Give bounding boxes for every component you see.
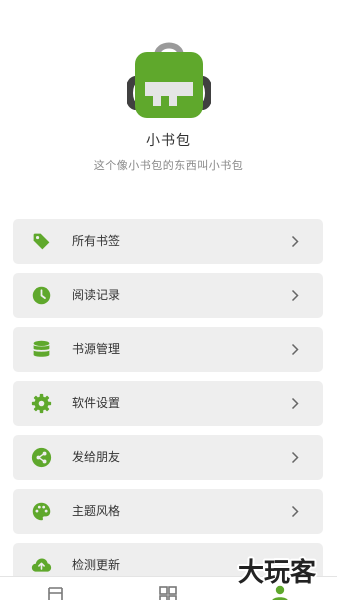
share-icon bbox=[31, 447, 52, 468]
menu-item-app-settings[interactable]: 软件设置 bbox=[13, 381, 323, 426]
settings-menu: 所有书签 阅读记录 书源管理 软件设置 发给朋友 主题风格 检测更新 bbox=[13, 219, 323, 597]
menu-item-label: 所有书签 bbox=[72, 234, 121, 248]
tab-discover[interactable] bbox=[138, 580, 198, 600]
gear-icon bbox=[31, 393, 52, 414]
profile-screen: 小书包 这个像小书包的东西叫小书包 所有书签 阅读记录 书源管理 软件设置 发给… bbox=[0, 0, 337, 600]
app-title: 小书包 bbox=[146, 133, 191, 149]
menu-item-label: 软件设置 bbox=[72, 396, 121, 410]
chevron-right-icon bbox=[291, 343, 299, 356]
watermark-logo: 大玩客 大玩客 bbox=[236, 555, 319, 589]
tag-icon bbox=[33, 233, 50, 250]
grid-icon bbox=[159, 586, 177, 600]
book-icon bbox=[48, 587, 63, 600]
menu-item-theme-style[interactable]: 主题风格 bbox=[13, 489, 323, 534]
menu-item-reading-history[interactable]: 阅读记录 bbox=[13, 273, 323, 318]
menu-item-share-with-friends[interactable]: 发给朋友 bbox=[13, 435, 323, 480]
menu-item-label: 发给朋友 bbox=[72, 450, 121, 464]
chevron-right-icon bbox=[291, 505, 299, 518]
backpack-logo-icon bbox=[127, 42, 211, 118]
chevron-right-icon bbox=[291, 397, 299, 410]
menu-item-bookmarks[interactable]: 所有书签 bbox=[13, 219, 323, 264]
tab-bookshelf[interactable] bbox=[26, 580, 86, 600]
menu-item-label: 主题风格 bbox=[72, 504, 121, 518]
chevron-right-icon bbox=[291, 451, 299, 464]
app-subtitle: 这个像小书包的东西叫小书包 bbox=[93, 159, 244, 172]
cloud-upload-icon bbox=[31, 558, 52, 572]
palette-icon bbox=[32, 502, 51, 521]
chevron-right-icon bbox=[291, 289, 299, 302]
watermark-text: 大玩客 bbox=[238, 557, 317, 588]
menu-item-label: 阅读记录 bbox=[72, 288, 121, 302]
database-icon bbox=[33, 340, 50, 357]
menu-item-label: 书源管理 bbox=[72, 342, 121, 356]
clock-icon bbox=[32, 286, 51, 305]
menu-item-source-management[interactable]: 书源管理 bbox=[13, 327, 323, 372]
chevron-right-icon bbox=[291, 235, 299, 248]
